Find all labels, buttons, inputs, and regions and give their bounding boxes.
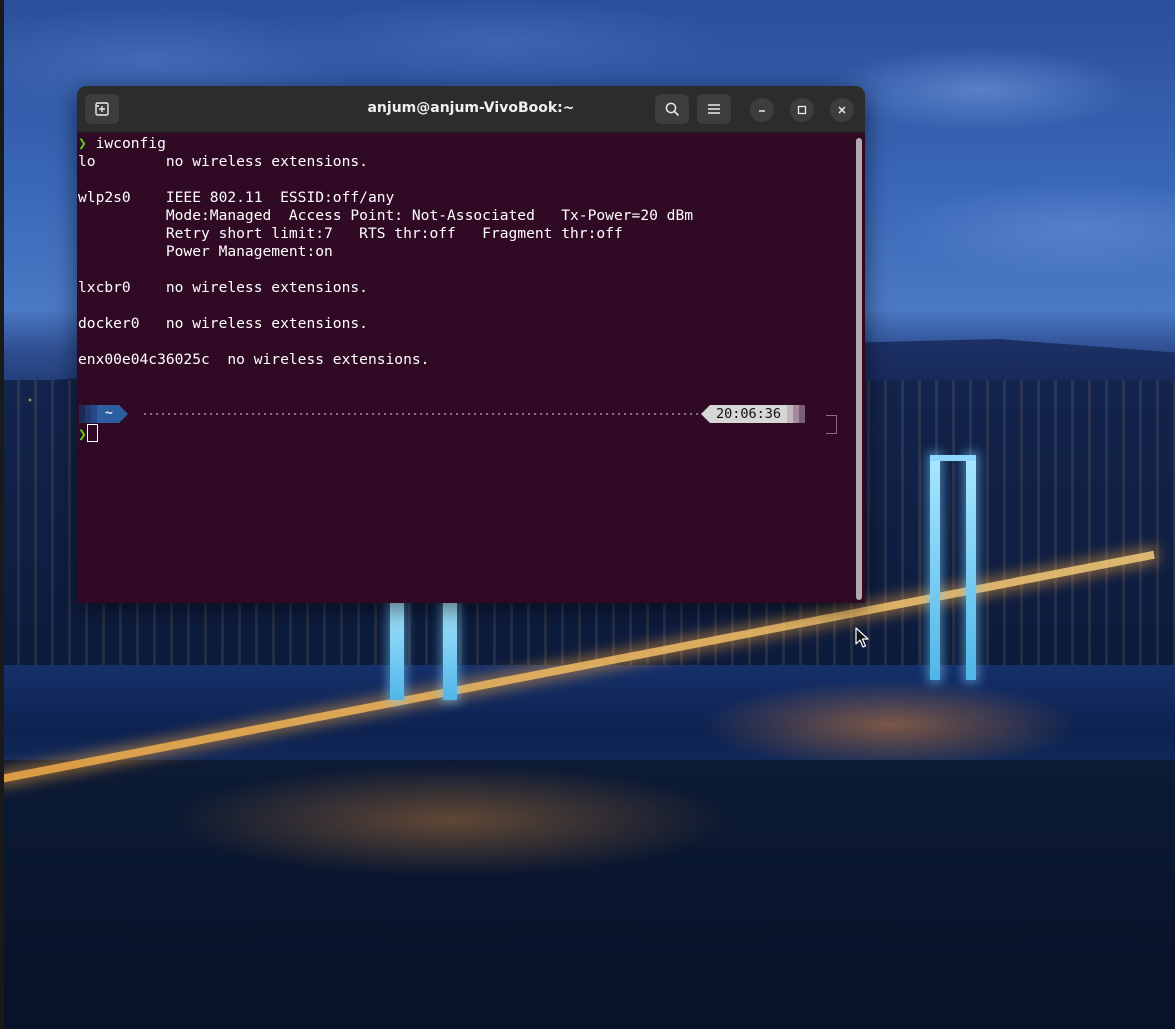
powerline-separator-icon [701,405,710,423]
prompt-time: 20:06:36 [710,405,788,423]
hamburger-menu-icon [708,104,720,114]
terminal-window[interactable]: anjum@anjum-VivoBook:~ ❯ iwconfig lo no … [77,86,865,603]
scrollbar[interactable] [856,138,862,600]
prompt-arrow-icon: ❯ [78,426,87,443]
mouse-pointer-icon [855,627,869,648]
prompt-connector [826,415,837,434]
prompt-time-segment: 20:06:36 [701,405,806,423]
output-line: Retry short limit:7 RTS thr:off Fragment… [78,225,623,242]
output-line: lo no wireless extensions. [78,153,368,170]
wallpaper-bridge-tower [966,455,976,680]
screen-left-edge [0,0,4,1029]
minimize-icon [759,110,765,112]
output-line: Mode:Managed Access Point: Not-Associate… [78,207,694,224]
command-text: iwconfig [95,135,166,152]
text-cursor [86,424,98,442]
maximize-icon [797,105,807,115]
command-line: ❯ iwconfig [78,135,166,153]
prompt-arrow-icon: ❯ [78,135,87,152]
output-line: docker0 no wireless extensions. [78,315,368,332]
powerline-separator-icon [118,405,128,423]
search-icon [665,102,679,116]
terminal-content[interactable]: ❯ iwconfig lo no wireless extensions. wl… [78,132,848,603]
output-line: enx00e04c36025c no wireless extensions. [78,351,430,368]
minimize-button[interactable] [750,98,774,122]
title-bar[interactable]: anjum@anjum-VivoBook:~ [77,86,865,133]
wallpaper-water-glow [700,680,1080,770]
prompt-filler-dots [144,413,700,415]
output-line: Power Management:on [78,243,333,260]
output-line: lxcbr0 no wireless extensions. [78,279,368,296]
wallpaper-shore [0,760,1175,1029]
prompt-directory: ~ [97,405,119,423]
maximize-button[interactable] [790,98,814,122]
input-line[interactable]: ❯ [78,424,98,443]
search-button[interactable] [655,94,689,124]
close-button[interactable] [830,98,854,122]
prompt-directory-segment: ~ [79,405,128,423]
wallpaper-bridge-beam [930,455,976,461]
menu-button[interactable] [697,94,731,124]
output-line: wlp2s0 IEEE 802.11 ESSID:off/any [78,189,395,206]
close-icon [838,106,846,114]
wallpaper-bridge-tower [390,600,404,700]
wallpaper-bridge-tower [930,455,940,680]
window-title: anjum@anjum-VivoBook:~ [367,100,575,116]
wallpaper-bridge-tower [443,600,457,700]
